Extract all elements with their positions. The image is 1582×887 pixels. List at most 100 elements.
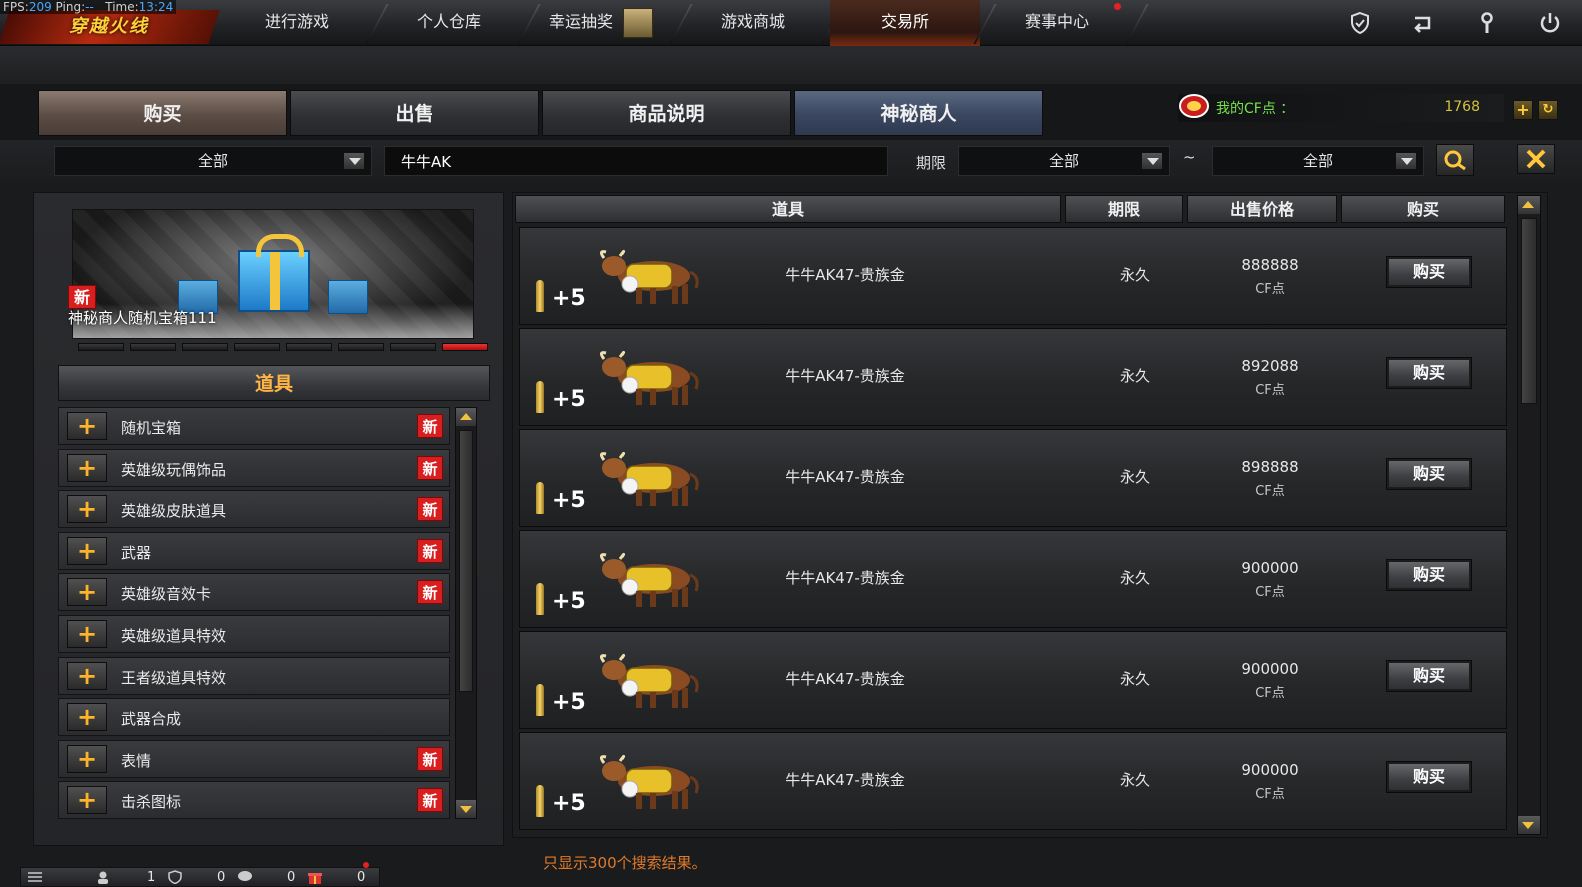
add-cf-button[interactable]: + [1513,100,1533,120]
filter-row: 全部 期限 全部 ~ 全部 [0,140,1582,184]
return-icon[interactable] [1406,6,1440,40]
buy-button[interactable]: 购买 [1386,559,1472,591]
expand-plus-icon[interactable]: + [67,786,107,815]
item-price: 892088 [1241,357,1299,375]
col-header-item: 道具 [515,195,1061,223]
pager-dot[interactable] [182,343,228,351]
category-item[interactable]: + 武器合成 [58,698,450,737]
nav-tab-inventory[interactable]: 个人仓库 [374,0,524,46]
pager-dot[interactable] [78,343,124,351]
scroll-thumb[interactable] [1521,218,1537,404]
category-item[interactable]: + 英雄级玩偶饰品 新 [58,448,450,487]
scroll-thumb[interactable] [459,430,473,692]
clan-shield-icon[interactable] [167,870,183,884]
ping-value: -- [85,0,94,14]
golden-bull-ak47-icon [599,249,699,304]
close-icon [1526,149,1546,169]
listing-row: +5 牛牛AK47-贵族金 永久 900000 CF点 购买 [519,530,1507,628]
power-icon[interactable] [1533,6,1567,40]
expand-plus-icon[interactable]: + [67,412,107,440]
tools-icon[interactable] [1470,6,1504,40]
category-item[interactable]: + 英雄级音效卡 新 [58,573,450,612]
pager-dot[interactable] [130,343,176,351]
buy-button[interactable]: 购买 [1386,458,1472,490]
buy-button[interactable]: 购买 [1386,357,1472,389]
nav-tab-events[interactable]: 赛事中心 [982,0,1132,46]
banner-title: 神秘商人随机宝箱111 [68,309,217,327]
friends-icon[interactable] [95,870,111,884]
listing-scrollbar[interactable] [1517,195,1541,835]
search-icon [1444,150,1466,171]
close-button[interactable] [1517,144,1555,174]
pager-dot[interactable] [234,343,280,351]
cf-points-label: 我的CF点 ： [1216,101,1295,117]
category-select[interactable]: 全部 [54,146,372,176]
expand-plus-icon[interactable]: + [67,703,107,732]
tab-mystery-merchant[interactable]: 神秘商人 [794,90,1043,136]
pager-dot[interactable] [390,343,436,351]
scroll-down-icon[interactable] [456,800,476,818]
search-input[interactable] [384,146,888,176]
clan-count: 0 [217,870,226,885]
price-unit: CF点 [1255,585,1285,600]
chat-bubble-icon[interactable] [237,870,253,884]
item-price: 900000 [1241,660,1299,678]
menu-list-icon[interactable] [27,870,43,884]
category-item[interactable]: + 表情 新 [58,739,450,778]
expand-plus-icon[interactable]: + [67,495,107,524]
buy-button[interactable]: 购买 [1386,761,1472,793]
category-item[interactable]: + 英雄级皮肤道具 新 [58,490,450,529]
expand-plus-icon[interactable]: + [67,578,107,607]
tab-buy[interactable]: 购买 [38,90,287,136]
category-label: 随机宝箱 [121,419,182,437]
item-name: 牛牛AK47-贵族金 [785,569,905,587]
category-label: 表情 [121,751,152,770]
bullet-icon [536,785,544,817]
chevron-down-icon[interactable] [1141,152,1163,170]
tab-label: 商品说明 [628,103,705,125]
bullet-icon [536,684,544,716]
term-from-select[interactable]: 全部 [958,146,1170,176]
nav-tab-play[interactable]: 进行游戏 [222,0,372,46]
category-item[interactable]: + 英雄级道具特效 [58,615,450,653]
item-term: 永久 [1119,771,1150,789]
category-item[interactable]: + 武器 新 [58,531,450,570]
category-item[interactable]: + 击杀图标 新 [58,781,450,820]
gift-icon[interactable] [307,870,323,884]
expand-plus-icon[interactable]: + [67,453,107,482]
refresh-icon[interactable]: ↻ [1538,100,1558,120]
expand-plus-icon[interactable]: + [67,744,107,773]
item-term: 永久 [1119,266,1150,284]
expand-plus-icon[interactable]: + [67,661,107,690]
scroll-down-icon[interactable] [1518,816,1540,834]
tab-sell[interactable]: 出售 [290,90,539,136]
item-price: 900000 [1241,761,1299,779]
nav-tab-exchange[interactable]: 交易所 [830,0,980,46]
pager-dot[interactable] [286,343,332,351]
nav-tab-lottery[interactable]: 幸运抽奖 [526,0,676,46]
nav-tab-shop[interactable]: 游戏商城 [678,0,828,46]
category-label: 英雄级玩偶饰品 [121,460,227,479]
category-label: 英雄级音效卡 [121,585,212,604]
golden-bull-ak47-icon [599,754,699,809]
buy-button[interactable]: 购买 [1386,660,1472,692]
scroll-up-icon[interactable] [456,408,476,426]
category-item[interactable]: + 王者级道具特效 [58,656,450,695]
pager-dot-active[interactable] [442,343,488,351]
expand-plus-icon[interactable]: + [67,536,107,565]
item-name: 牛牛AK47-贵族金 [785,266,905,284]
chevron-down-icon[interactable] [343,152,365,170]
expand-plus-icon[interactable]: + [67,620,107,648]
search-button[interactable] [1436,144,1474,176]
listing-row: +5 牛牛AK47-贵族金 永久 898888 CF点 购买 [519,429,1507,527]
buy-button[interactable]: 购买 [1386,256,1472,288]
new-badge: 新 [417,788,443,813]
category-scrollbar[interactable] [455,407,477,819]
shield-check-icon[interactable] [1343,6,1377,40]
category-item[interactable]: + 随机宝箱 新 [58,407,450,445]
chevron-down-icon[interactable] [1395,152,1417,170]
term-to-select[interactable]: 全部 [1212,146,1424,176]
scroll-up-icon[interactable] [1518,196,1540,214]
pager-dot[interactable] [338,343,384,351]
tab-item-info[interactable]: 商品说明 [542,90,791,136]
